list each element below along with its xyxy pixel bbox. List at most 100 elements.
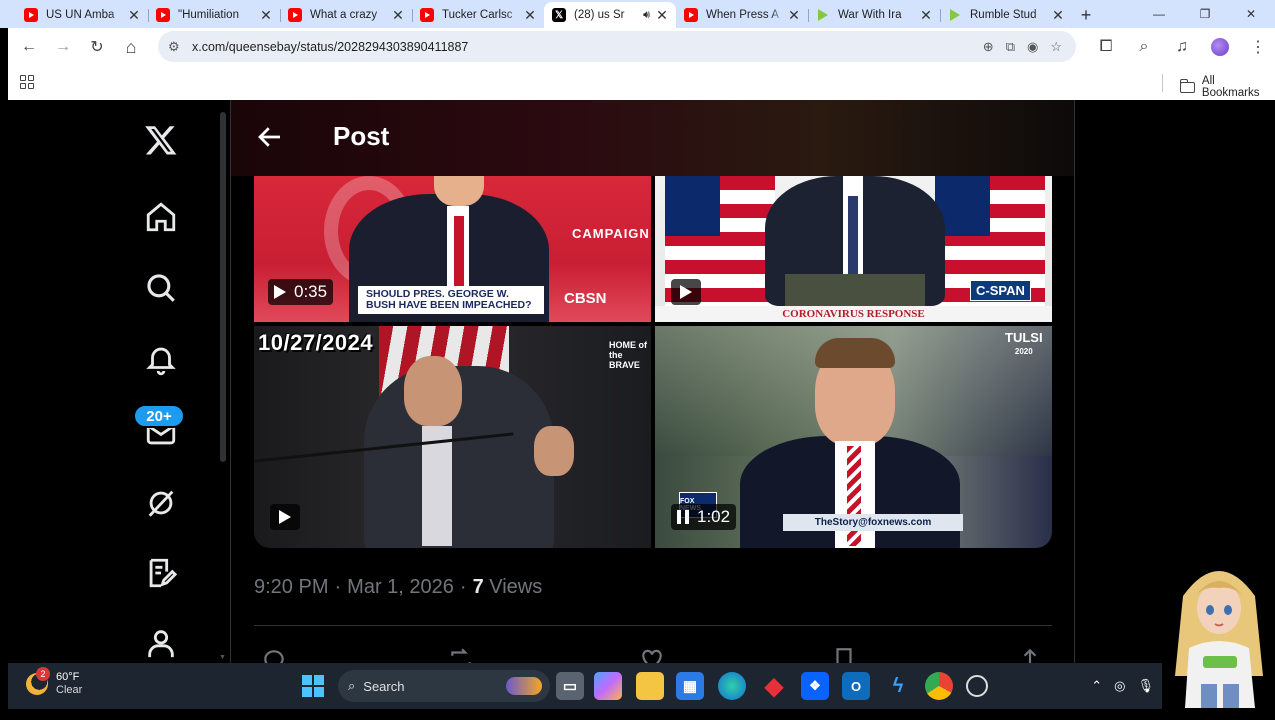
- play-icon: [680, 285, 692, 299]
- forward-button[interactable]: →: [46, 30, 80, 64]
- tab-close-icon[interactable]: ✕: [786, 7, 802, 24]
- browser-tab-active[interactable]: 𝕏 (28) us Sr 🔊︎ ✕: [544, 2, 676, 28]
- youtube-icon: [156, 8, 170, 22]
- news-chyron: SHOULD PRES. GEORGE W. BUSH HAVE BEEN IM…: [358, 286, 544, 314]
- address-bar[interactable]: ⚙︎ x.com/queensebay/status/2028294303890…: [158, 31, 1076, 62]
- copilot-icon[interactable]: [594, 672, 622, 700]
- tab-close-icon[interactable]: ✕: [390, 7, 406, 24]
- like-heart-icon[interactable]: [639, 646, 665, 663]
- apps-grid-icon[interactable]: [20, 75, 34, 89]
- youtube-icon: [24, 8, 38, 22]
- eye-icon[interactable]: ◉: [1027, 39, 1038, 55]
- duration-text: 1:02: [697, 507, 731, 526]
- duration-badge[interactable]: 1:02: [671, 504, 737, 530]
- scroll-down-arrow-icon[interactable]: ▼: [219, 654, 226, 661]
- microsoft-store-icon[interactable]: ▦: [676, 672, 704, 700]
- browser-tab[interactable]: US UN Amba ✕: [16, 2, 148, 28]
- tab-close-icon[interactable]: ✕: [258, 7, 274, 24]
- task-view-icon[interactable]: ▭: [556, 672, 584, 700]
- video-thumbnail[interactable]: TULSI 2020 FOX NEWS TheStory@foxnews.com…: [655, 326, 1052, 548]
- network-logo: TULSI: [1005, 330, 1043, 345]
- bookmark-star-icon[interactable]: ☆: [1050, 39, 1062, 55]
- tab-close-icon[interactable]: ✕: [654, 7, 670, 24]
- lightning-app-icon[interactable]: ϟ: [884, 672, 912, 700]
- explore-search-icon[interactable]: [138, 265, 184, 311]
- red-diamond-app-icon[interactable]: ◆: [760, 672, 788, 700]
- edge-icon[interactable]: [718, 672, 746, 700]
- post-date[interactable]: Mar 1, 2026: [347, 576, 454, 599]
- tab-strip: US UN Amba ✕ "Humiliation ✕ What a crazy…: [0, 0, 1275, 28]
- folder-icon: [1179, 78, 1195, 93]
- microphone-icon[interactable]: 🎙︎: [1137, 678, 1154, 694]
- grok-icon[interactable]: [138, 480, 184, 526]
- recording-app-icon[interactable]: [966, 675, 988, 697]
- lists-icon[interactable]: [138, 550, 184, 596]
- url-text[interactable]: x.com/queensebay/status/2028294303890411…: [192, 40, 983, 54]
- site-info-icon[interactable]: ⚙︎: [168, 39, 192, 55]
- duration-text: 0:35: [294, 282, 328, 301]
- profile-icon[interactable]: [138, 620, 184, 663]
- tab-close-icon[interactable]: ✕: [1050, 7, 1066, 24]
- close-window-button[interactable]: ✕: [1228, 0, 1274, 28]
- browser-tab[interactable]: "Humiliation ✕: [148, 2, 280, 28]
- youtube-icon: [684, 8, 698, 22]
- browser-tab[interactable]: Rumble Stud ✕: [940, 2, 1072, 28]
- minimize-button[interactable]: —: [1136, 0, 1182, 28]
- notifications-bell-icon[interactable]: [138, 336, 184, 382]
- bookmark-icon[interactable]: [831, 646, 857, 663]
- messages-count-badge: 20+: [133, 404, 185, 428]
- x-logo-icon[interactable]: [138, 117, 184, 163]
- browser-tab[interactable]: When Press A ✕: [676, 2, 808, 28]
- taskbar-search[interactable]: ⌕ Search: [338, 670, 550, 702]
- scrollbar-thumb[interactable]: [220, 112, 226, 462]
- file-explorer-icon[interactable]: [636, 672, 664, 700]
- tab-search-icon[interactable]: ⌕: [1127, 30, 1161, 64]
- repost-icon[interactable]: [448, 646, 474, 663]
- back-arrow-icon[interactable]: [255, 122, 285, 152]
- media-control-icon[interactable]: ♫: [1165, 30, 1199, 64]
- new-tab-button[interactable]: +: [1072, 2, 1100, 28]
- reload-button[interactable]: ↻: [80, 30, 114, 64]
- tab-close-icon[interactable]: ✕: [126, 7, 142, 24]
- speaker-icon[interactable]: 🔊︎: [643, 9, 650, 22]
- divider: [254, 625, 1052, 626]
- sidebar-scrollbar[interactable]: ▼: [218, 100, 228, 663]
- tray-app-icon[interactable]: ◎: [1114, 678, 1125, 694]
- tie: [848, 196, 858, 276]
- chrome-icon[interactable]: [925, 672, 953, 700]
- moon-weather-icon: 2: [26, 667, 50, 695]
- menu-kebab-icon[interactable]: ⋮: [1241, 30, 1275, 64]
- search-highlight-icon: [506, 677, 542, 695]
- speaker-face: [404, 356, 462, 426]
- reply-icon[interactable]: [261, 646, 287, 663]
- post-time[interactable]: 9:20 PM: [254, 576, 328, 599]
- all-bookmarks-button[interactable]: All Bookmarks: [1179, 75, 1275, 99]
- weather-widget[interactable]: 2 60°F Clear: [26, 667, 82, 697]
- install-app-icon[interactable]: ⧉: [1006, 39, 1015, 55]
- home-icon[interactable]: [138, 194, 184, 240]
- dropbox-icon[interactable]: ❖: [801, 672, 829, 700]
- extensions-icon[interactable]: ⧠: [1089, 30, 1123, 64]
- views-count[interactable]: 7 Views: [473, 576, 543, 599]
- back-button[interactable]: ←: [12, 30, 46, 64]
- browser-tab[interactable]: War With Ira ✕: [808, 2, 940, 28]
- tab-close-icon[interactable]: ✕: [522, 7, 538, 24]
- video-thumbnail[interactable]: 10/27/2024 HOME of the BRAVE: [254, 326, 651, 548]
- play-badge[interactable]: [671, 279, 701, 305]
- share-icon[interactable]: [1017, 646, 1043, 663]
- news-chyron: CORONAVIRUS RESPONSE: [655, 306, 1052, 322]
- chevron-up-icon[interactable]: ⌃: [1091, 678, 1102, 694]
- tab-close-icon[interactable]: ✕: [918, 7, 934, 24]
- zoom-icon[interactable]: ⊕: [983, 39, 994, 55]
- outlook-icon[interactable]: O: [842, 672, 870, 700]
- profile-avatar[interactable]: [1203, 30, 1237, 64]
- play-badge[interactable]: [270, 504, 300, 530]
- windows-start-icon[interactable]: [302, 675, 324, 697]
- tab-title: Tucker Carlsc: [442, 9, 513, 21]
- video-thumbnail[interactable]: C-SPAN CORONAVIRUS RESPONSE: [655, 176, 1052, 322]
- home-button[interactable]: ⌂: [114, 30, 148, 64]
- browser-tab[interactable]: What a crazy ✕: [280, 2, 412, 28]
- restore-button[interactable]: ❐: [1182, 0, 1228, 28]
- video-thumbnail[interactable]: CAMPAIGN 0:35 SHOULD PRES. GEORGE W. BUS…: [254, 176, 651, 322]
- browser-tab[interactable]: Tucker Carlsc ✕: [412, 2, 544, 28]
